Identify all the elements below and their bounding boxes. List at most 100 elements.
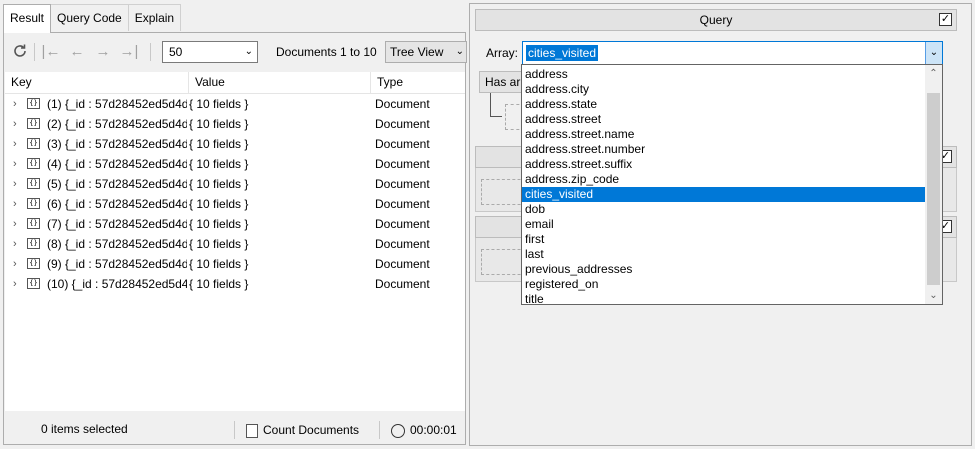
scroll-up-icon[interactable]: ⌃	[925, 65, 942, 82]
row-key: (8) {_id : 57d28452ed5d4d5	[47, 237, 187, 251]
result-panel: Result Query Code Explain |← ← → →| 50 ⌄…	[0, 0, 467, 449]
next-page-icon[interactable]: →	[93, 42, 113, 62]
table-row[interactable]: › {} (10) {_id : 57d28452ed5d4d{ 10 fields…	[5, 274, 465, 294]
expand-chevron-icon[interactable]: ›	[13, 97, 23, 111]
row-type: Document	[375, 197, 430, 211]
dropdown-option[interactable]: address.zip_code	[522, 172, 926, 187]
dropdown-option[interactable]: registered_on	[522, 277, 926, 292]
table-row[interactable]: › {} (1) {_id : 57d28452ed5d4d5{ 10 fields…	[5, 94, 465, 114]
dropdown-option[interactable]: address.street	[522, 112, 926, 127]
row-key: (10) {_id : 57d28452ed5d4d	[47, 277, 187, 291]
row-key: (2) {_id : 57d28452ed5d4d5	[47, 117, 187, 131]
expand-chevron-icon[interactable]: ›	[13, 137, 23, 151]
dropdown-option[interactable]: address.state	[522, 97, 926, 112]
query-enabled-checkbox[interactable]: ✓	[939, 13, 952, 26]
row-type: Document	[375, 117, 430, 131]
expand-chevron-icon[interactable]: ›	[13, 237, 23, 251]
results-tree-grid: Key Value Type › {} (1) {_id : 57d28452ed5…	[5, 72, 465, 411]
table-row[interactable]: › {} (9) {_id : 57d28452ed5d4d5{ 10 fields…	[5, 254, 465, 274]
count-documents-label: Count Documents	[263, 423, 360, 437]
tree-connector	[490, 93, 491, 117]
document-node-icon: {}	[27, 178, 40, 189]
document-node-icon: {}	[27, 238, 40, 249]
array-field-value[interactable]: cities_visited	[526, 45, 599, 61]
tab-explain[interactable]: Explain	[127, 4, 182, 31]
scroll-down-icon[interactable]: ⌄	[925, 287, 942, 304]
documents-range: Documents 1 to 10	[276, 45, 377, 59]
expand-chevron-icon[interactable]: ›	[13, 157, 23, 171]
row-value: { 10 fields }	[189, 277, 249, 291]
chevron-down-icon[interactable]: ⌄	[925, 42, 942, 64]
expand-chevron-icon[interactable]: ›	[13, 197, 23, 211]
table-row[interactable]: › {} (6) {_id : 57d28452ed5d4d5{ 10 fields…	[5, 194, 465, 214]
dropdown-option[interactable]: address.street.name	[522, 127, 926, 142]
result-tab-content: |← ← → →| 50 ⌄ Documents 1 to 10 Tree Vi…	[3, 32, 467, 445]
result-tabs: Result Query Code Explain	[3, 4, 182, 33]
document-icon	[246, 423, 258, 438]
table-row[interactable]: › {} (2) {_id : 57d28452ed5d4d5{ 10 fields…	[5, 114, 465, 134]
expand-chevron-icon[interactable]: ›	[13, 177, 23, 191]
result-toolbar: |← ← → →| 50 ⌄ Documents 1 to 10 Tree Vi…	[4, 33, 467, 69]
table-row[interactable]: › {} (7) {_id : 57d28452ed5d4d5{ 10 fields…	[5, 214, 465, 234]
dropdown-option[interactable]: last	[522, 247, 926, 262]
view-mode-select[interactable]: Tree View ⌄	[385, 41, 467, 63]
tree-connector	[490, 116, 502, 117]
document-node-icon: {}	[27, 198, 40, 209]
status-separator	[234, 421, 235, 439]
document-node-icon: {}	[27, 118, 40, 129]
dropdown-option[interactable]: title	[522, 292, 926, 307]
array-field-combobox[interactable]: cities_visited ⌄	[522, 41, 943, 65]
column-header-value[interactable]: Value	[189, 72, 371, 94]
row-key: (6) {_id : 57d28452ed5d4d5	[47, 197, 187, 211]
column-header-key[interactable]: Key	[5, 72, 189, 94]
previous-page-icon[interactable]: ←	[67, 42, 87, 62]
selection-count: 0 items selected	[41, 422, 128, 436]
document-node-icon: {}	[27, 258, 40, 269]
expand-chevron-icon[interactable]: ›	[13, 277, 23, 291]
dropdown-option[interactable]: address.street.number	[522, 142, 926, 157]
tab-query-code[interactable]: Query Code	[50, 4, 129, 31]
dropdown-option[interactable]: email	[522, 217, 926, 232]
dropdown-option[interactable]: cities_visited	[522, 187, 926, 202]
row-value: { 10 fields }	[189, 177, 249, 191]
tab-result[interactable]: Result	[3, 4, 52, 33]
page-size-select[interactable]: 50 ⌄	[162, 41, 258, 63]
dropdown-option[interactable]: dob	[522, 202, 926, 217]
grid-rows: ›{} (1) {_id : 57d28452ed5d4d5{ 10 fields…	[5, 94, 465, 294]
table-row[interactable]: › {} (3) {_id : 57d28452ed5d4d5{ 10 fields…	[5, 134, 465, 154]
dropdown-option[interactable]: address.street.suffix	[522, 157, 926, 172]
refresh-icon[interactable]	[10, 42, 30, 62]
count-documents-button[interactable]: Count Documents	[246, 420, 359, 442]
row-value: { 10 fields }	[189, 197, 249, 211]
row-type: Document	[375, 97, 430, 111]
chevron-down-icon: ⌄	[455, 46, 464, 57]
document-node-icon: {}	[27, 218, 40, 229]
table-row[interactable]: › {} (5) {_id : 57d28452ed5d4d5{ 10 fields…	[5, 174, 465, 194]
last-page-icon[interactable]: →|	[119, 42, 139, 62]
row-type: Document	[375, 257, 430, 271]
dropdown-scrollbar[interactable]: ⌃ ⌄	[925, 65, 942, 304]
dropdown-option[interactable]: previous_addresses	[522, 262, 926, 277]
expand-chevron-icon[interactable]: ›	[13, 117, 23, 131]
row-key: (9) {_id : 57d28452ed5d4d5	[47, 257, 187, 271]
status-bar: 0 items selected Count Documents 00:00:0…	[4, 416, 465, 444]
query-title: Query	[699, 13, 733, 27]
expand-chevron-icon[interactable]: ›	[13, 217, 23, 231]
row-value: { 10 fields }	[189, 117, 249, 131]
query-header: Query ✓	[475, 9, 957, 31]
document-node-icon: {}	[27, 138, 40, 149]
column-header-type[interactable]: Type	[371, 72, 465, 94]
table-row[interactable]: › {} (8) {_id : 57d28452ed5d4d5{ 10 fields…	[5, 234, 465, 254]
toolbar-separator	[34, 43, 35, 61]
dropdown-option[interactable]: first	[522, 232, 926, 247]
expand-chevron-icon[interactable]: ›	[13, 257, 23, 271]
table-row[interactable]: › {} (4) {_id : 57d28452ed5d4d5{ 10 fields…	[5, 154, 465, 174]
first-page-icon[interactable]: |←	[41, 42, 61, 62]
array-field-dropdown[interactable]: address address.city address.state address.…	[521, 64, 943, 307]
dropdown-option[interactable]: address.city	[522, 82, 926, 97]
scrollbar-thumb[interactable]	[927, 93, 940, 285]
row-type: Document	[375, 157, 430, 171]
dropdown-option[interactable]: address	[522, 67, 926, 82]
stopwatch-icon	[391, 423, 405, 438]
document-node-icon: {}	[27, 98, 40, 109]
